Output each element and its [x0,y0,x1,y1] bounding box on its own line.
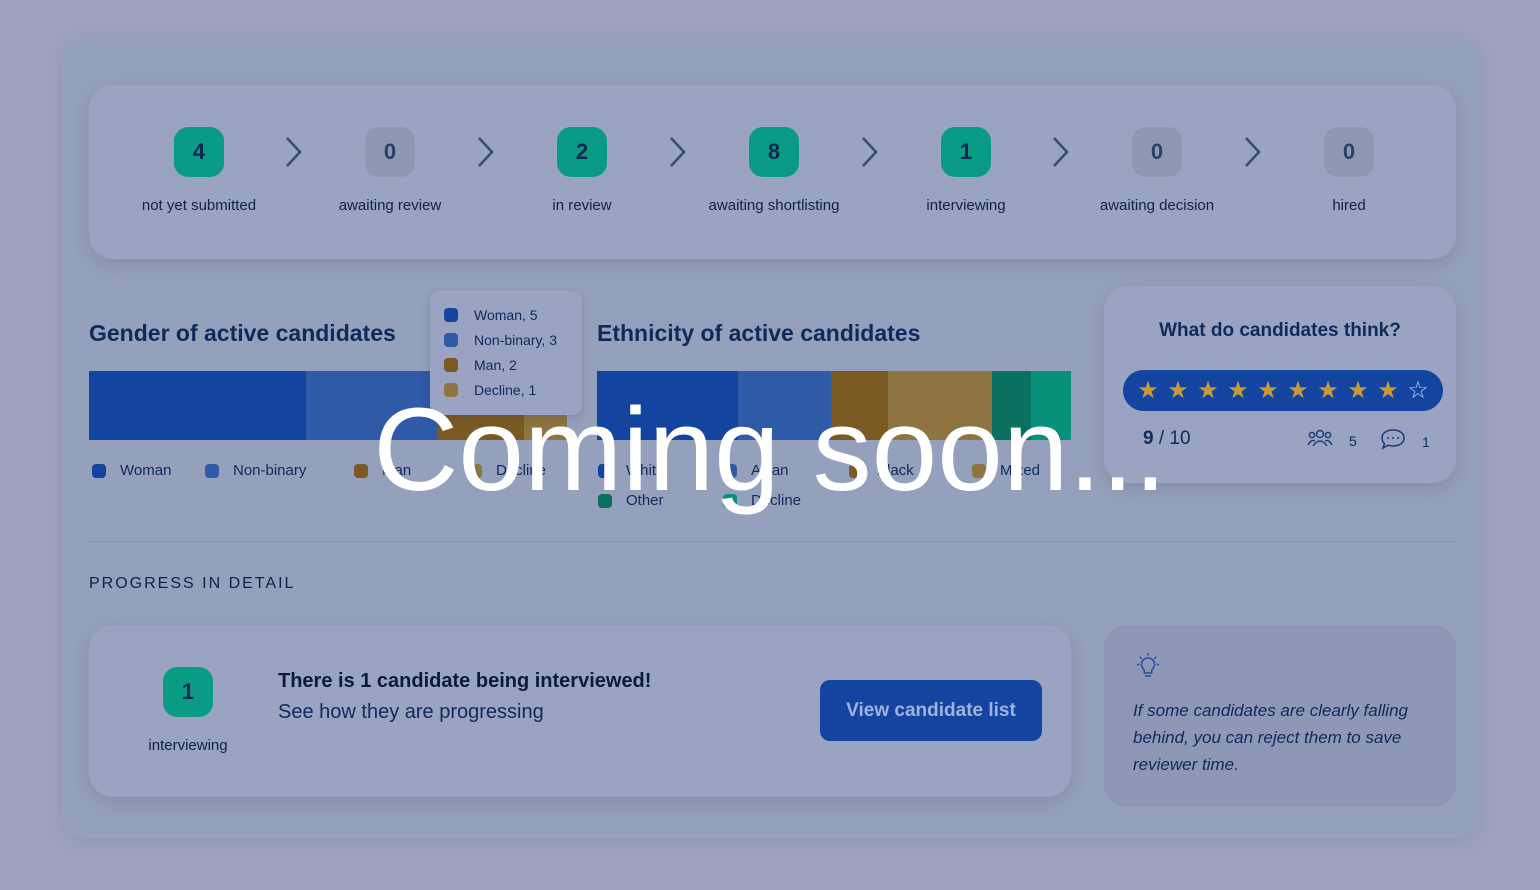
coming-soon-text: Coming soon... [373,384,1167,516]
coming-soon-overlay: Coming soon... [0,0,1540,890]
